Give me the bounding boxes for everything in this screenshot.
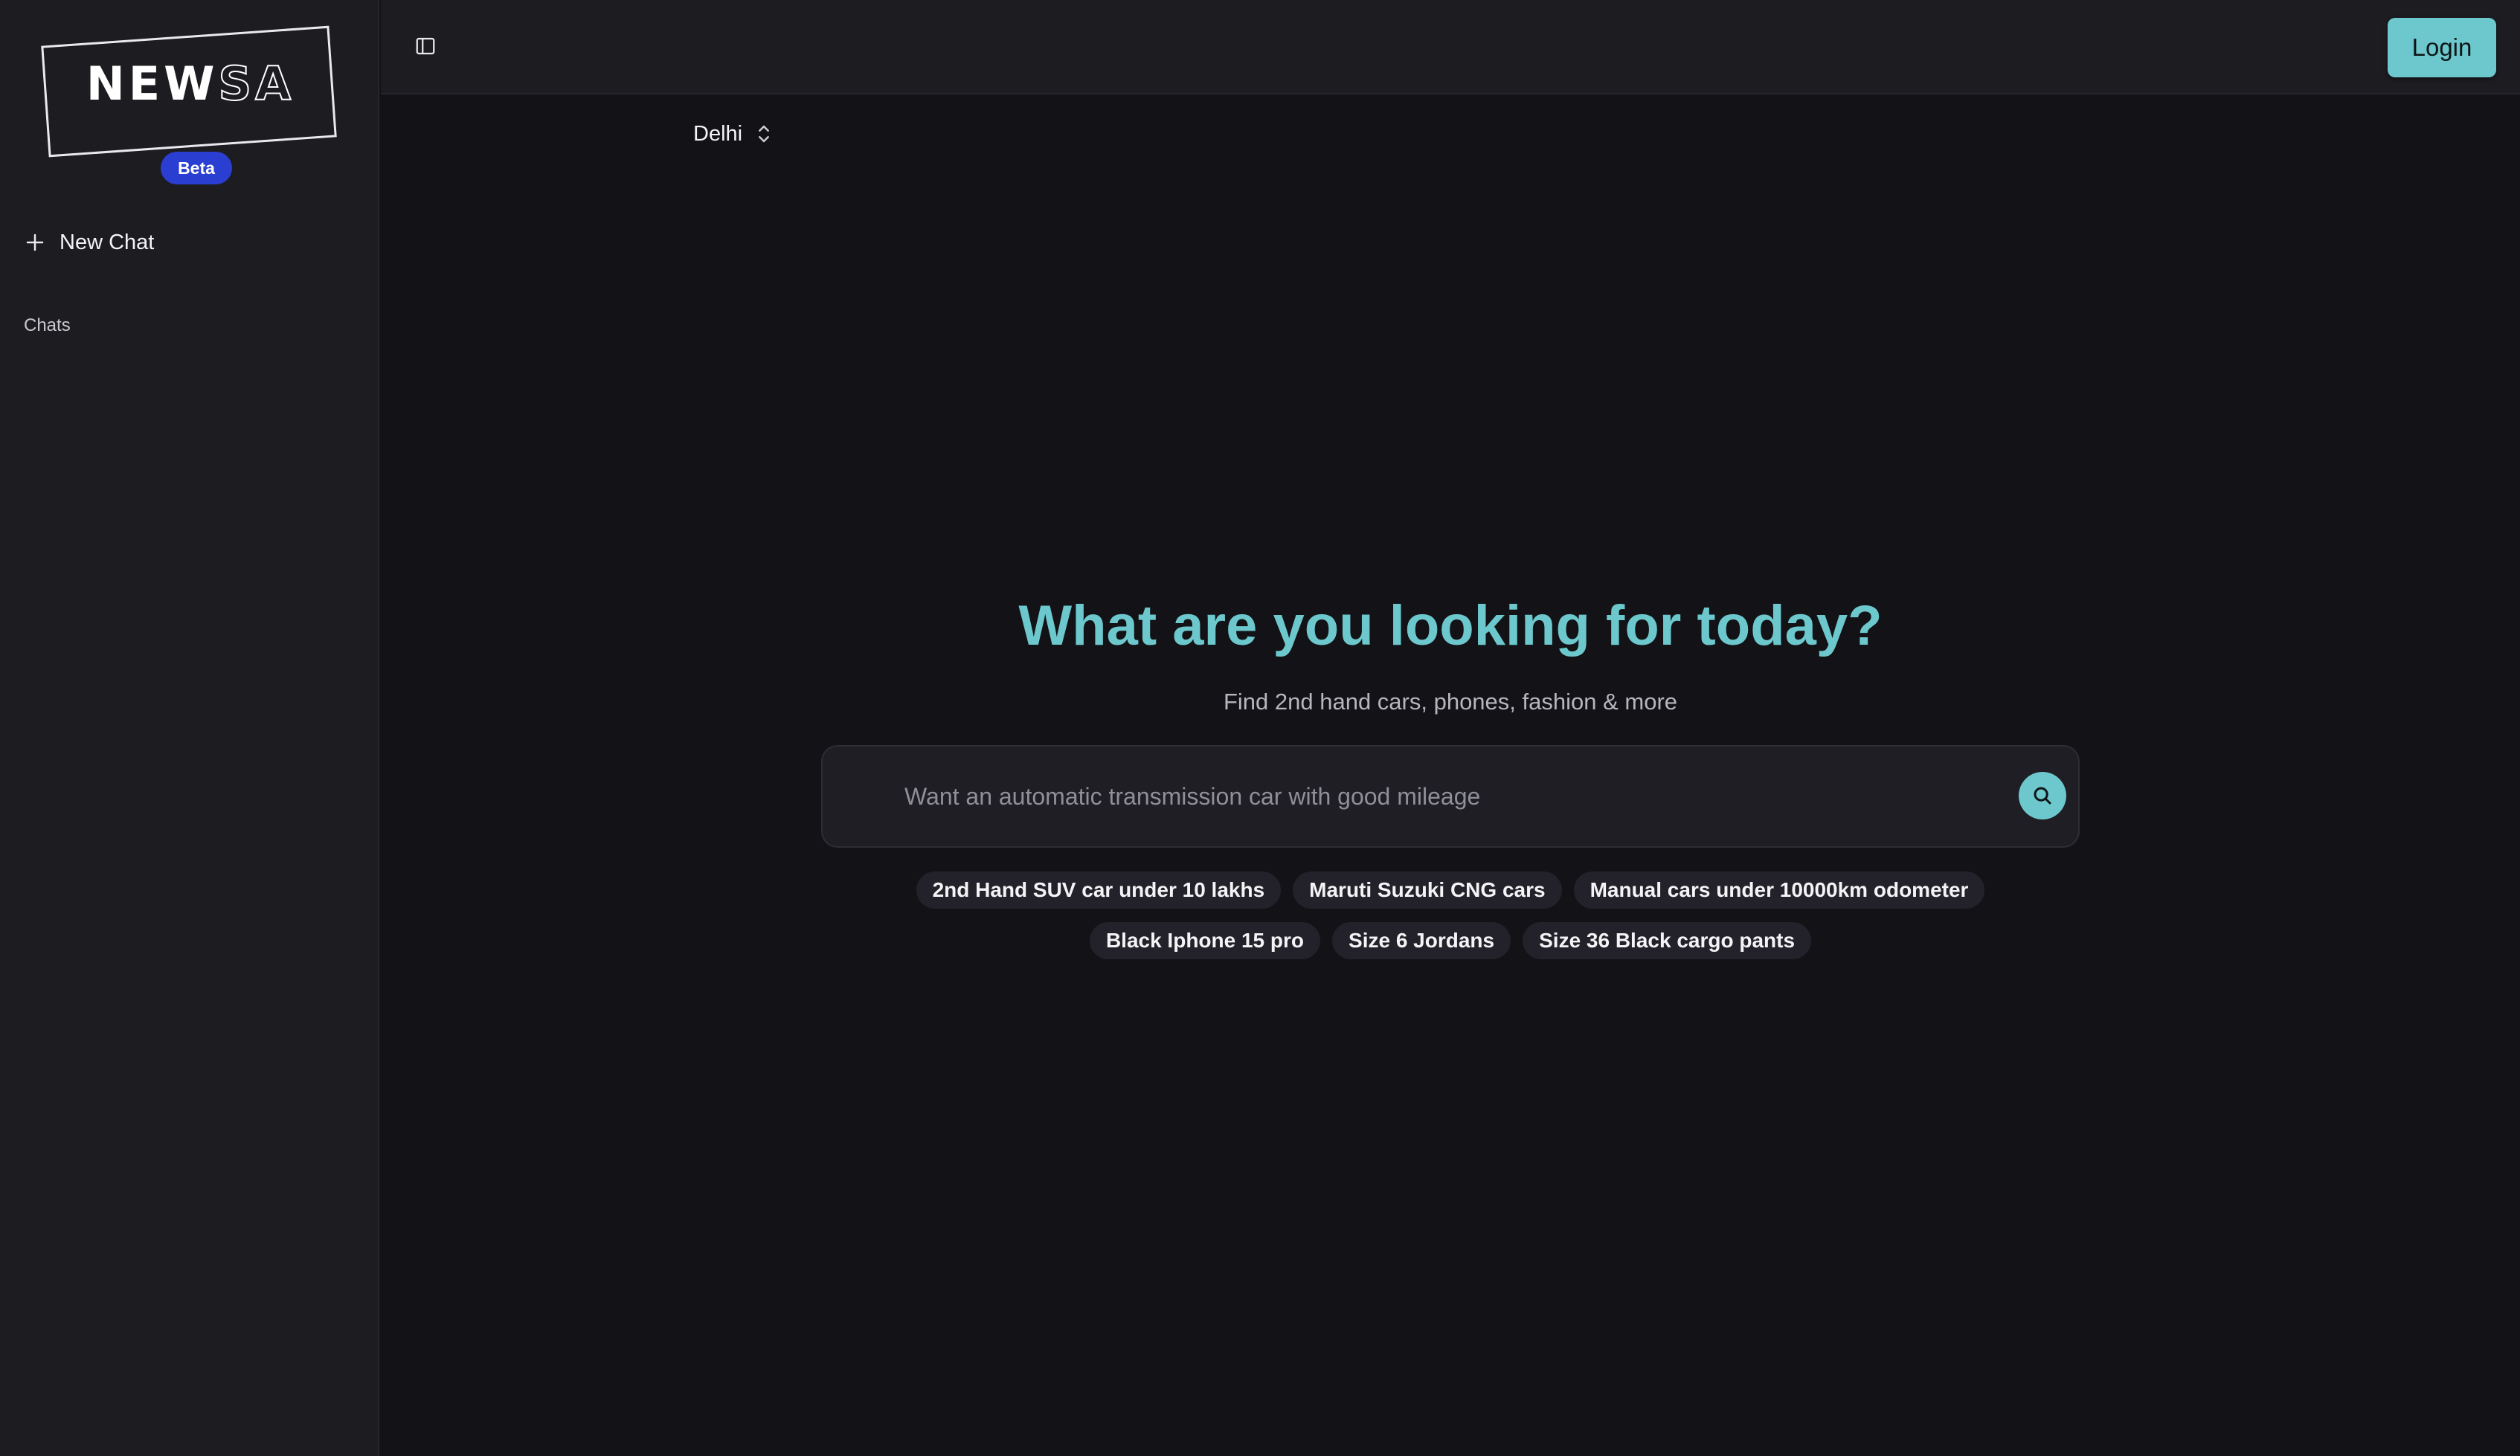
logo-text-solid: NEW [86,57,219,111]
chats-section-label: Chats [24,315,71,335]
suggestion-chip[interactable]: Size 6 Jordans [1332,922,1511,959]
app-root: NEWSA Beta New Chat Chats Login Delhi Wh… [0,0,2520,1456]
search-input[interactable] [904,747,1976,846]
plus-icon [26,233,44,251]
hero-subtitle: Find 2nd hand cars, phones, fashion & mo… [1223,689,1678,715]
new-chat-button[interactable]: New Chat [24,228,154,257]
search-icon [2034,787,2051,805]
sidebar-toggle-icon [416,37,435,55]
search-button[interactable] [2019,772,2066,819]
logo-wordmark: NEWSA [42,60,339,108]
location-selector[interactable]: Delhi [693,119,772,149]
location-label: Delhi [693,121,743,146]
new-chat-label: New Chat [60,230,155,254]
suggestion-row: Black Iphone 15 pro Size 6 Jordans Size … [1089,922,1812,959]
suggestion-chip[interactable]: Black Iphone 15 pro [1089,922,1321,959]
login-button[interactable]: Login [2388,18,2496,77]
suggestion-chips: 2nd Hand SUV car under 10 lakhs Maruti S… [821,872,2080,959]
suggestion-row: 2nd Hand SUV car under 10 lakhs Maruti S… [916,872,1985,909]
search-bar [821,745,2080,848]
suggestion-chip[interactable]: Size 36 Black cargo pants [1523,922,1812,959]
hero-title: What are you looking for today? [1018,594,1883,657]
logo-text-outline: SA [218,57,295,111]
beta-badge: Beta [161,152,232,184]
suggestion-chip[interactable]: Maruti Suzuki CNG cars [1293,872,1562,909]
sidebar-toggle-button[interactable] [412,33,439,59]
sidebar: NEWSA Beta New Chat Chats [0,0,379,1456]
top-bar: Login [381,0,2520,94]
chevron-up-down-icon [759,125,770,143]
suggestion-chip[interactable]: 2nd Hand SUV car under 10 lakhs [916,872,1282,909]
suggestion-chip[interactable]: Manual cars under 10000km odometer [1573,872,1985,909]
logo[interactable]: NEWSA Beta [41,25,339,184]
